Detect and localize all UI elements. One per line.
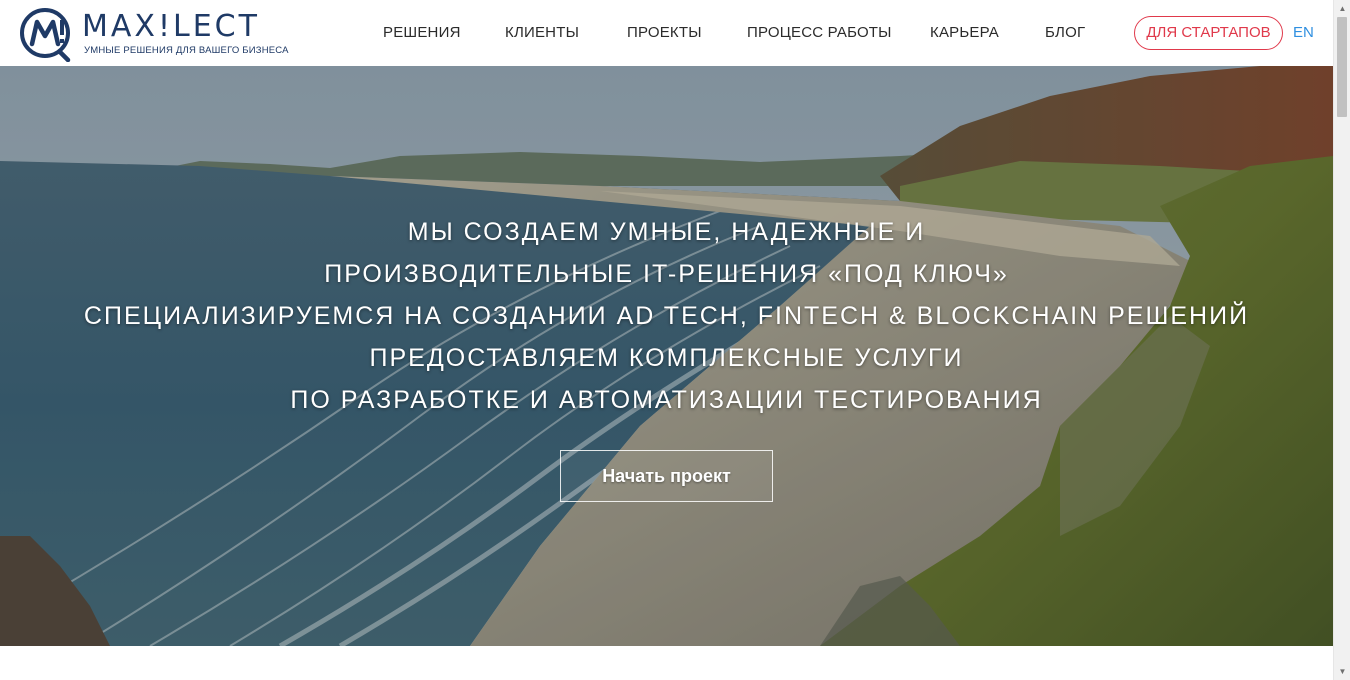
site-header: MAX!LECT УМНЫЕ РЕШЕНИЯ ДЛЯ ВАШЕГО БИЗНЕС… (0, 0, 1333, 66)
scroll-up-arrow-icon[interactable]: ▲ (1334, 0, 1350, 17)
hero-line: МЫ СОЗДАЕМ УМНЫЕ, НАДЕЖНЫЕ И (407, 218, 926, 246)
hero-line: ПРЕДОСТАВЛЯЕМ КОМПЛЕКСНЫЕ УСЛУГИ (369, 344, 964, 372)
nav-item-solutions[interactable]: РЕШЕНИЯ (383, 24, 461, 41)
hero-section: МЫ СОЗДАЕМ УМНЫЕ, НАДЕЖНЫЕ И ПРОИЗВОДИТЕ… (0, 66, 1333, 646)
nav-item-work-process[interactable]: ПРОЦЕСС РАБОТЫ (747, 24, 892, 41)
nav-item-career[interactable]: КАРЬЕРА (930, 24, 999, 41)
scroll-down-arrow-icon[interactable]: ▼ (1334, 663, 1350, 680)
language-switch-link[interactable]: EN (1293, 24, 1314, 41)
nav-item-blog[interactable]: БЛОГ (1045, 24, 1085, 41)
hero-headline: МЫ СОЗДАЕМ УМНЫЕ, НАДЕЖНЫЕ И ПРОИЗВОДИТЕ… (0, 211, 1333, 421)
for-startups-button[interactable]: ДЛЯ СТАРТАПОВ (1134, 16, 1283, 50)
start-project-button[interactable]: Начать проект (560, 450, 773, 502)
hero-line: ПО РАЗРАБОТКЕ И АВТОМАТИЗАЦИИ ТЕСТИРОВАН… (290, 386, 1043, 414)
nav-item-projects[interactable]: ПРОЕКТЫ (627, 24, 702, 41)
scroll-thumb[interactable] (1337, 17, 1347, 117)
page-scrollbar[interactable]: ▲ ▼ (1333, 0, 1350, 680)
hero-line: ПРОИЗВОДИТЕЛЬНЫЕ IT-РЕШЕНИЯ «ПОД КЛЮЧ» (324, 260, 1009, 288)
hero-line: СПЕЦИАЛИЗИРУЕМСЯ НА СОЗДАНИИ AD TECH, FI… (83, 302, 1250, 330)
nav-item-clients[interactable]: КЛИЕНТЫ (505, 24, 579, 41)
